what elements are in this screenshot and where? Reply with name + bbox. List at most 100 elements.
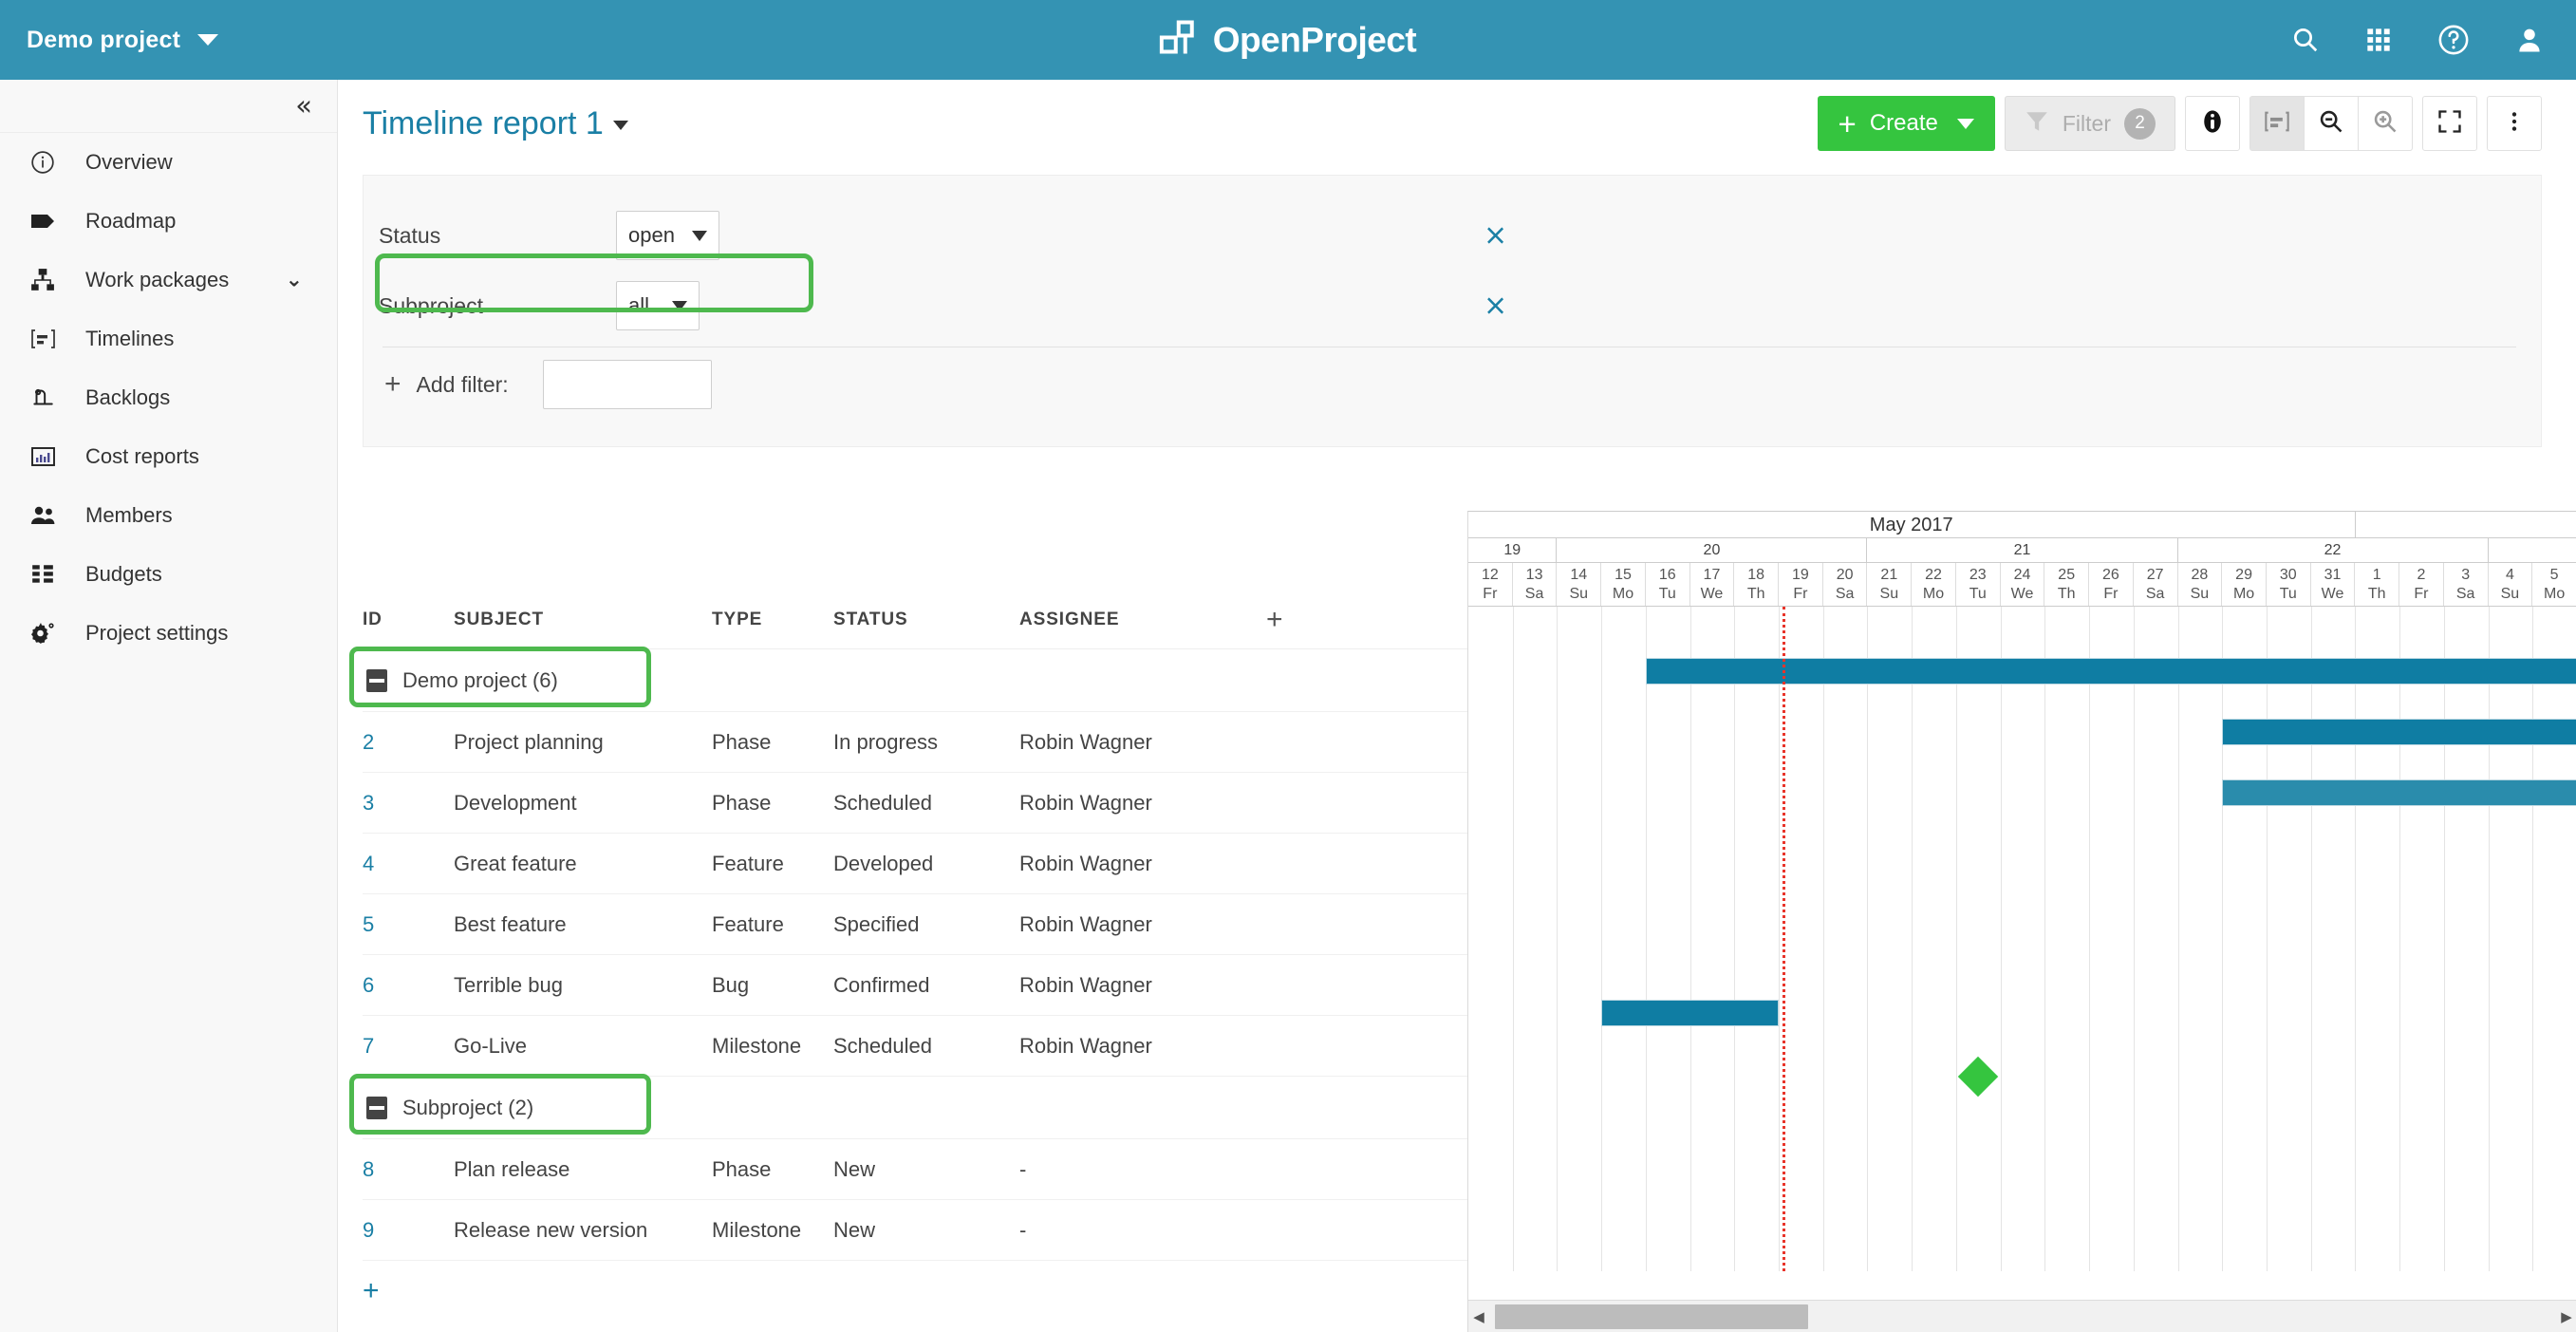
gantt-toggle-button[interactable] [2249,96,2305,151]
zoom-in-button[interactable] [2358,96,2413,151]
cell-subject[interactable]: Best feature [454,912,712,937]
cell-id[interactable]: 3 [363,791,454,816]
sidebar-item-roadmap[interactable]: Roadmap [0,192,337,251]
search-icon[interactable] [2291,26,2320,54]
day-number: 25 [2058,566,2075,585]
collapse-group-icon[interactable] [366,669,387,692]
sidebar-item-backlogs[interactable]: Backlogs [0,368,337,427]
page-title-dropdown[interactable]: Timeline report 1 [363,105,628,142]
gantt-week-cell: 22 [2178,538,2489,562]
column-header-assignee[interactable]: ASSIGNEE [1019,610,1266,630]
gantt-grid-line [2399,607,2400,1271]
add-column-button[interactable]: + [1266,604,1380,636]
openproject-mark-icon [1160,19,1200,62]
cell-subject[interactable]: Terrible bug [454,973,712,998]
add-filter-row[interactable]: + Add filter: [364,347,2541,422]
cell-id[interactable]: 6 [363,973,454,998]
day-number: 14 [1570,566,1587,585]
gantt-bar[interactable] [1646,658,2576,685]
plus-icon: + [363,1275,454,1307]
day-number: 31 [2324,566,2342,585]
remove-filter-button[interactable]: × [1484,290,1507,323]
info-button[interactable] [2185,96,2240,151]
cell-id[interactable]: 7 [363,1034,454,1059]
cell-assignee: Robin Wagner [1019,852,1266,876]
project-selector[interactable]: Demo project [27,27,218,54]
user-avatar-icon[interactable] [2515,26,2544,54]
app-logo[interactable]: OpenProject [1160,19,1417,62]
cell-id[interactable]: 8 [363,1157,454,1182]
add-filter-select[interactable] [543,360,712,409]
gantt-grid-line [2044,607,2045,1271]
cell-id[interactable]: 5 [363,912,454,937]
sidebar-item-label: Roadmap [85,209,176,234]
gantt-grid-line [1557,607,1558,1271]
project-name: Demo project [27,27,180,54]
collapse-group-icon[interactable] [366,1097,387,1119]
cell-type: Feature [712,912,833,937]
top-bar: Demo project OpenProject [0,0,2576,80]
sidebar-collapse-button[interactable]: « [0,80,337,133]
cost-report-icon [30,445,68,468]
filter-value-select[interactable]: open [616,211,719,260]
cell-id[interactable]: 9 [363,1218,454,1243]
scrollbar-track[interactable] [1489,1301,2556,1332]
column-header-status[interactable]: STATUS [833,610,1019,630]
more-menu-button[interactable] [2487,96,2542,151]
day-weekday: Su [2501,585,2520,604]
column-header-type[interactable]: TYPE [712,610,833,630]
gantt-day-cell: 21Su [1867,563,1912,606]
gantt-day-cell: 17We [1690,563,1735,606]
gantt-day-cell: 26Fr [2089,563,2134,606]
filter-value: open [628,223,675,248]
cell-subject[interactable]: Great feature [454,852,712,876]
gantt-day-cell: 13Sa [1513,563,1558,606]
cell-subject[interactable]: Plan release [454,1157,712,1182]
sidebar-item-budgets[interactable]: Budgets [0,545,337,604]
gantt-bar[interactable] [2222,719,2576,745]
sidebar-item-work-packages[interactable]: Work packages⌄ [0,251,337,310]
day-number: 15 [1615,566,1632,585]
gantt-grid-line [1912,607,1913,1271]
backlogs-icon [30,385,68,410]
fullscreen-button[interactable] [2422,96,2477,151]
gantt-body [1468,607,2576,1271]
cell-subject[interactable]: Go-Live [454,1034,712,1059]
sidebar-item-project-settings[interactable]: Project settings [0,604,337,663]
column-header-subject[interactable]: SUBJECT [454,610,712,630]
scrollbar-thumb[interactable] [1495,1304,1808,1329]
modules-grid-icon[interactable] [2365,27,2392,53]
zoom-out-button[interactable] [2304,96,2359,151]
gantt-day-cell: 23Tu [1956,563,2001,606]
filter-value-select[interactable]: all [616,281,700,330]
gantt-horizontal-scrollbar[interactable]: ◀ ▶ [1468,1300,2576,1332]
create-button[interactable]: + Create [1818,96,1995,151]
gantt-milestone[interactable] [1958,1057,1998,1097]
cell-subject[interactable]: Development [454,791,712,816]
remove-filter-button[interactable]: × [1484,219,1507,253]
chevron-down-icon [197,34,218,46]
plus-icon: + [1839,108,1857,140]
scroll-left-arrow-icon[interactable]: ◀ [1468,1308,1489,1325]
sidebar-item-cost-reports[interactable]: Cost reports [0,427,337,486]
cell-subject[interactable]: Release new version [454,1218,712,1243]
cell-status: New [833,1218,1019,1243]
gantt-bar[interactable] [2222,779,2576,806]
cell-id[interactable]: 2 [363,730,454,755]
cell-subject[interactable]: Project planning [454,730,712,755]
sidebar-item-overview[interactable]: Overview [0,133,337,192]
chevron-down-icon[interactable]: ⌄ [286,269,303,292]
gantt-bar[interactable] [1601,1000,1779,1026]
column-header-id[interactable]: ID [363,610,454,630]
scroll-right-arrow-icon[interactable]: ▶ [2556,1308,2576,1325]
cell-id[interactable]: 4 [363,852,454,876]
gantt-day-cell: 3Sa [2444,563,2489,606]
group-label: Demo project (6) [402,668,558,693]
sidebar-item-members[interactable]: Members [0,486,337,545]
help-icon[interactable] [2437,24,2470,56]
gantt-day-cell: 28Su [2178,563,2223,606]
sidebar-item-timelines[interactable]: Timelines [0,310,337,368]
kebab-menu-icon [2502,109,2527,139]
cell-type: Phase [712,730,833,755]
filter-button[interactable]: Filter 2 [2005,96,2175,151]
